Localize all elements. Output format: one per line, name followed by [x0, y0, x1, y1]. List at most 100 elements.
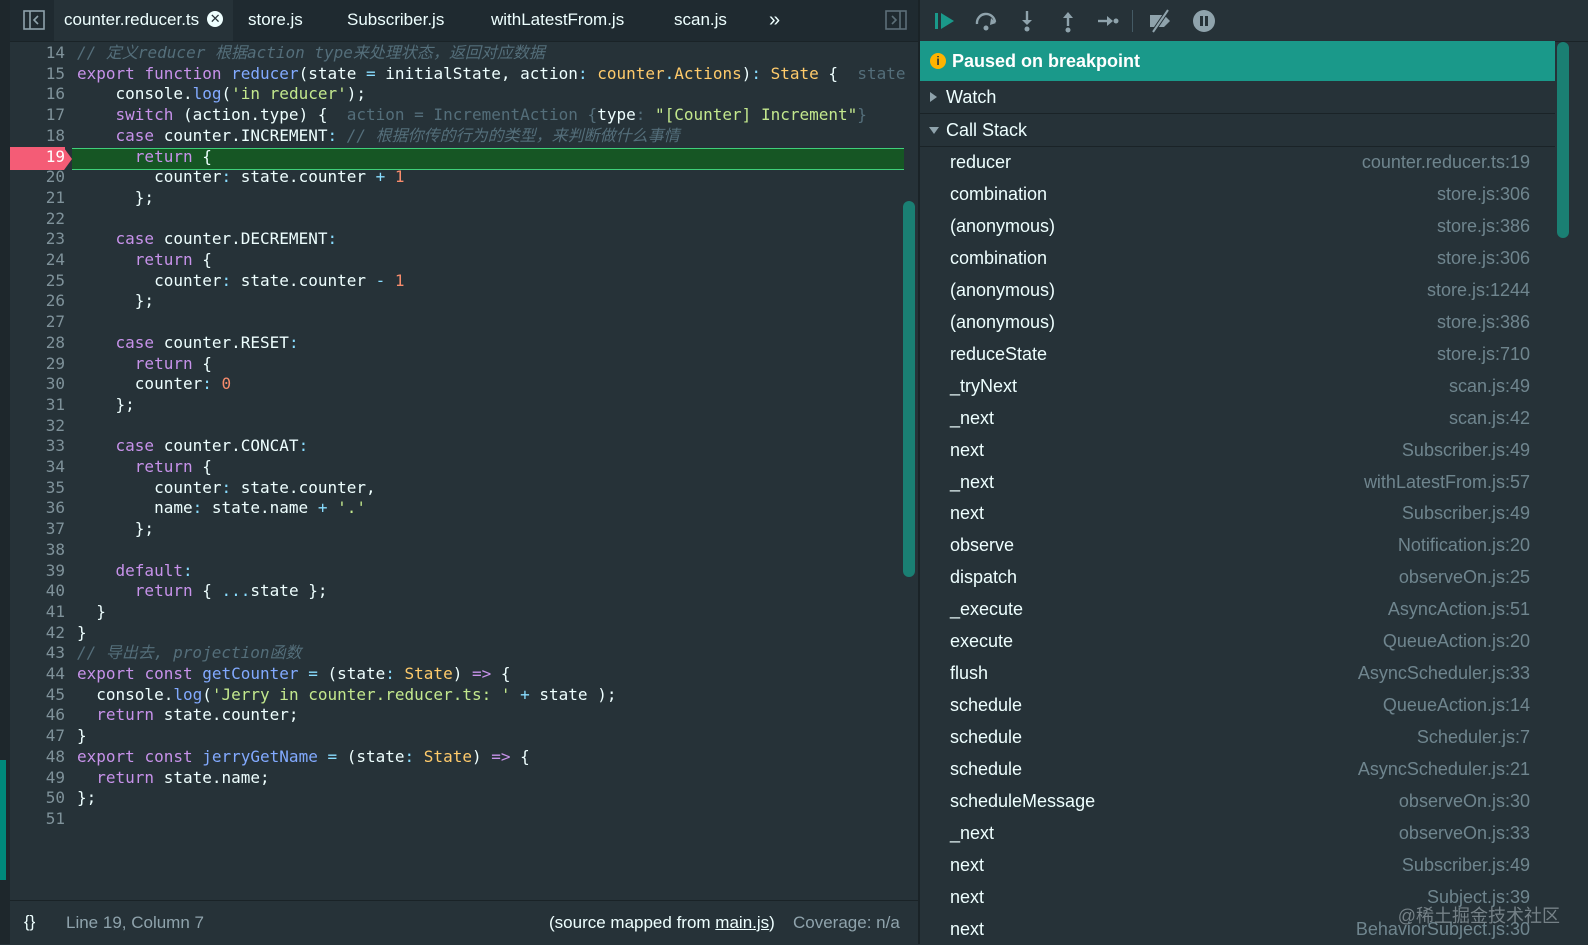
line-number[interactable]: 40	[10, 581, 65, 602]
line-number[interactable]: 14	[10, 43, 65, 64]
code-line[interactable]: 50};	[10, 788, 918, 809]
call-frame[interactable]: flush AsyncScheduler.js:33	[920, 657, 1555, 689]
code-line[interactable]: 43 // 导出去, projection函数	[10, 643, 918, 664]
resume-icon[interactable]	[932, 8, 958, 34]
call-frame[interactable]: _next withLatestFrom.js:57	[920, 466, 1555, 498]
line-number[interactable]: 30	[10, 374, 65, 395]
code-line[interactable]: 34 return {	[10, 457, 918, 478]
call-frame[interactable]: _tryNext scan.js:49	[920, 370, 1555, 402]
line-number[interactable]: 22	[10, 209, 65, 230]
code-line[interactable]: 29 return {	[10, 354, 918, 375]
line-number[interactable]: 39	[10, 561, 65, 582]
line-number[interactable]: 16	[10, 84, 65, 105]
line-number[interactable]: 45	[10, 685, 65, 706]
code-line[interactable]: 20 counter: state.counter + 1	[10, 167, 918, 188]
line-number[interactable]: 34	[10, 457, 65, 478]
line-number[interactable]: 15	[10, 64, 65, 85]
call-frame[interactable]: _execute AsyncAction.js:51	[920, 593, 1555, 625]
code-line[interactable]: 14 // 定义reducer 根据action type来处理状态，返回对应数据	[10, 43, 918, 64]
deactivate-breakpoints-icon[interactable]	[1147, 8, 1173, 34]
call-frame[interactable]: next Subscriber.js:49	[920, 849, 1555, 881]
line-number[interactable]: 37	[10, 519, 65, 540]
call-frame[interactable]: next Subscriber.js:49	[920, 497, 1555, 529]
pretty-print-button[interactable]: {}	[24, 912, 35, 932]
line-number[interactable]: 23	[10, 229, 65, 250]
code-line[interactable]: 36 name: state.name + '.'	[10, 498, 918, 519]
call-frame[interactable]: schedule AsyncScheduler.js:21	[920, 753, 1555, 785]
watch-section-header[interactable]: Watch	[920, 81, 1555, 114]
code-line[interactable]: 40 return { ...state };	[10, 581, 918, 602]
line-number[interactable]: 38	[10, 540, 65, 561]
line-number[interactable]: 33	[10, 436, 65, 457]
code-line[interactable]: 31 };	[10, 395, 918, 416]
call-frame[interactable]: reducer counter.reducer.ts:19	[920, 146, 1555, 178]
line-number[interactable]: 46	[10, 705, 65, 726]
line-number[interactable]: 51	[10, 809, 65, 830]
line-number[interactable]: 50	[10, 788, 65, 809]
line-number[interactable]: 36	[10, 498, 65, 519]
call-frame[interactable]: scheduleMessage observeOn.js:30	[920, 785, 1555, 817]
line-number[interactable]: 49	[10, 768, 65, 789]
line-number[interactable]: 44	[10, 664, 65, 685]
code-line[interactable]: 42}	[10, 623, 918, 644]
callstack-section-header[interactable]: Call Stack	[920, 114, 1555, 147]
line-number[interactable]: 19	[10, 146, 65, 168]
tab-withlatestfrom[interactable]: withLatestFrom.js	[491, 0, 624, 41]
line-number[interactable]: 25	[10, 271, 65, 292]
call-frame[interactable]: _next observeOn.js:33	[920, 817, 1555, 849]
tab-subscriber[interactable]: Subscriber.js	[347, 0, 444, 41]
code-line[interactable]: 16 console.log('in reducer');	[10, 84, 918, 105]
code-line[interactable]: 39 default:	[10, 561, 918, 582]
code-line[interactable]: 23 case counter.DECREMENT:	[10, 229, 918, 250]
code-line[interactable]: 45 console.log('Jerry in counter.reducer…	[10, 685, 918, 706]
code-line[interactable]: 25 counter: state.counter - 1	[10, 271, 918, 292]
code-line[interactable]: 28 case counter.RESET:	[10, 333, 918, 354]
code-line[interactable]: 26 };	[10, 291, 918, 312]
code-line[interactable]: 32	[10, 416, 918, 437]
step-out-icon[interactable]	[1055, 8, 1081, 34]
line-number[interactable]: 48	[10, 747, 65, 768]
code-line[interactable]: 37 };	[10, 519, 918, 540]
code-line[interactable]: 24 return {	[10, 250, 918, 271]
code-line[interactable]: 15 export function reducer(state = initia…	[10, 64, 918, 85]
vertical-scrollbar[interactable]	[903, 201, 915, 577]
call-frame[interactable]: combination store.js:306	[920, 178, 1555, 210]
call-frame[interactable]: schedule QueueAction.js:14	[920, 689, 1555, 721]
call-frame[interactable]: execute QueueAction.js:20	[920, 625, 1555, 657]
code-line[interactable]: 46 return state.counter;	[10, 705, 918, 726]
call-frame[interactable]: next Subscriber.js:49	[920, 434, 1555, 466]
line-number[interactable]: 24	[10, 250, 65, 271]
call-frame[interactable]: reduceState store.js:710	[920, 338, 1555, 370]
call-frame[interactable]: (anonymous) store.js:386	[920, 210, 1555, 242]
code-line[interactable]: 48 export const jerryGetName = (state: St…	[10, 747, 918, 768]
code-line[interactable]: 38	[10, 540, 918, 561]
line-number[interactable]: 18	[10, 126, 65, 147]
call-frame[interactable]: combination store.js:306	[920, 242, 1555, 274]
line-number[interactable]: 27	[10, 312, 65, 333]
step-over-icon[interactable]	[973, 8, 999, 34]
line-number[interactable]: 31	[10, 395, 65, 416]
code-line[interactable]: 22	[10, 209, 918, 230]
pause-on-exceptions-icon[interactable]	[1191, 8, 1217, 34]
line-number[interactable]: 21	[10, 188, 65, 209]
code-line[interactable]: 17 switch (action.type) { action = Incre…	[10, 105, 918, 126]
code-line[interactable]: 27	[10, 312, 918, 333]
line-number[interactable]: 42	[10, 623, 65, 644]
code-line[interactable]: 51	[10, 809, 918, 830]
toggle-debugger-icon[interactable]	[884, 8, 908, 32]
line-number[interactable]: 28	[10, 333, 65, 354]
line-number[interactable]: 35	[10, 478, 65, 499]
code-line[interactable]: 49 return state.name;	[10, 768, 918, 789]
more-tabs-button[interactable]: »	[769, 0, 780, 41]
line-number[interactable]: 43	[10, 643, 65, 664]
code-line[interactable]: 30 counter: 0	[10, 374, 918, 395]
code-line[interactable]: 35 counter: state.counter,	[10, 478, 918, 499]
call-frame[interactable]: dispatch observeOn.js:25	[920, 561, 1555, 593]
line-number[interactable]: 41	[10, 602, 65, 623]
toggle-navigator-icon[interactable]	[22, 8, 46, 32]
call-frame[interactable]: schedule Scheduler.js:7	[920, 721, 1555, 753]
step-into-icon[interactable]	[1014, 8, 1040, 34]
step-icon[interactable]	[1095, 8, 1121, 34]
line-number[interactable]: 32	[10, 416, 65, 437]
line-number[interactable]: 29	[10, 354, 65, 375]
